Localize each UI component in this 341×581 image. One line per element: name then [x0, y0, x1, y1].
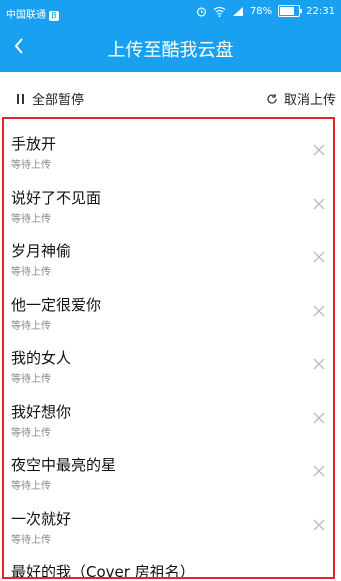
song-name: 最好的我（Cover 房祖名）: [11, 563, 195, 579]
clock: 22:31: [306, 5, 335, 17]
song-name: 手放开: [11, 135, 57, 153]
upload-item[interactable]: 说好了不见面 等待上传: [4, 173, 333, 227]
upload-item[interactable]: 我的女人 等待上传: [4, 333, 333, 387]
upload-status: 等待上传: [11, 267, 51, 278]
upload-item[interactable]: 他一定很爱你 等待上传: [4, 280, 333, 334]
close-icon: [313, 251, 325, 263]
carrier-badge: B: [49, 11, 59, 21]
close-icon: [313, 465, 325, 477]
alarm-icon: [196, 6, 207, 17]
close-icon: [313, 358, 325, 370]
cancel-upload-label: 取消上传: [283, 93, 336, 108]
nav-bar: 上传至酷我云盘: [0, 24, 341, 72]
upload-item[interactable]: 夜空中最亮的星 等待上传: [4, 440, 333, 494]
refresh-icon: [267, 93, 277, 104]
remove-button[interactable]: [313, 412, 325, 424]
page-title: 上传至酷我云盘: [107, 40, 234, 61]
remove-button[interactable]: [313, 465, 325, 477]
upload-item[interactable]: 手放开 等待上传: [4, 119, 333, 173]
carrier-label: 中国联通: [6, 10, 46, 21]
upload-item[interactable]: 最好的我（Cover 房祖名）: [4, 547, 333, 579]
toolbar: 全部暂停 取消上传: [0, 82, 341, 112]
song-name: 我的女人: [11, 349, 72, 367]
status-right: 78% 22:31: [196, 5, 335, 17]
top-bar: 中国联通 B 78% 22:31 上传至酷我云盘: [0, 0, 341, 72]
carrier: 中国联通 B: [6, 6, 59, 21]
upload-status: 等待上传: [11, 374, 51, 385]
cancel-upload-button[interactable]: 取消上传: [266, 89, 336, 108]
wifi-icon: [213, 6, 226, 17]
song-name: 他一定很爱你: [11, 295, 102, 314]
close-icon: [313, 144, 325, 156]
battery-icon: [278, 5, 303, 17]
upload-status: 等待上传: [11, 320, 51, 332]
song-name: 说好了不见面: [11, 188, 102, 207]
song-name: 我好想你: [11, 402, 72, 421]
remove-button[interactable]: [313, 358, 325, 370]
remove-button[interactable]: [313, 305, 325, 317]
close-icon: [313, 198, 325, 209]
close-icon: [313, 519, 325, 530]
upload-status: 等待上传: [11, 481, 51, 492]
signal-icon: [232, 6, 244, 17]
upload-item[interactable]: 一次就好 等待上传: [4, 494, 333, 548]
pause-all-button[interactable]: 全部暂停: [16, 89, 84, 108]
close-icon: [313, 305, 325, 316]
upload-item[interactable]: 岁月神偷 等待上传: [4, 226, 333, 280]
pause-all-label: 全部暂停: [32, 93, 85, 108]
pause-icon: [17, 93, 24, 104]
song-name: 一次就好: [11, 509, 72, 528]
remove-button[interactable]: [313, 198, 325, 210]
status-bar: 中国联通 B 78% 22:31: [0, 0, 341, 24]
battery-percent: 78%: [249, 5, 273, 17]
song-name: 岁月神偷: [11, 242, 72, 260]
upload-status: 等待上传: [11, 213, 51, 225]
close-icon: [313, 412, 325, 423]
upload-status: 等待上传: [11, 160, 51, 171]
remove-button[interactable]: [313, 144, 325, 156]
song-name: 夜空中最亮的星: [11, 456, 117, 474]
upload-list: 手放开 等待上传 说好了不见面 等待上传 岁月神偷 等待上传 他一定很爱你 等待…: [2, 117, 335, 579]
remove-button[interactable]: [313, 251, 325, 263]
remove-button[interactable]: [313, 519, 325, 531]
upload-status: 等待上传: [11, 427, 51, 439]
upload-status: 等待上传: [11, 534, 51, 546]
upload-item[interactable]: 我好想你 等待上传: [4, 387, 333, 441]
battery-fill: [280, 7, 295, 15]
